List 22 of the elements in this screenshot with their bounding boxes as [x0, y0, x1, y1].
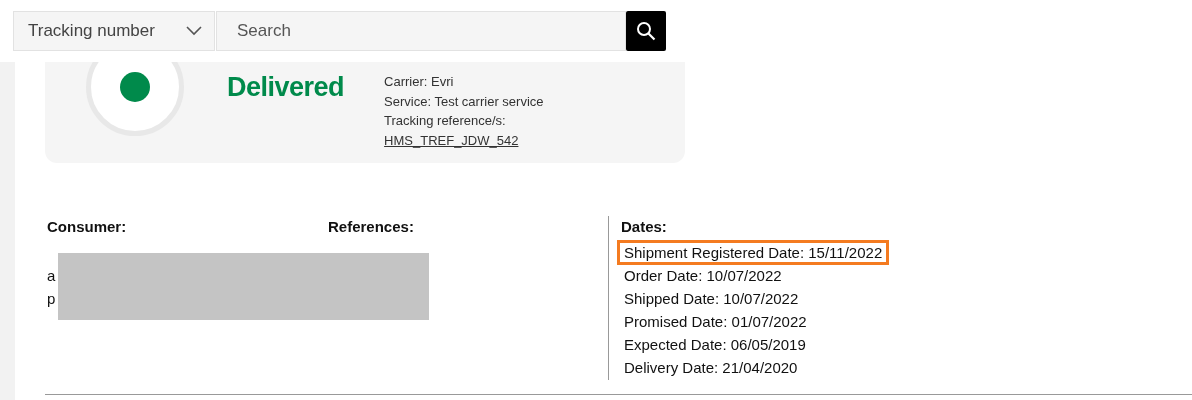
tracking-link[interactable]: HMS_TREF_JDW_542: [384, 130, 519, 150]
date-line: Shipped Date: 10/07/2022: [623, 288, 800, 309]
date-line: Expected Date: 06/05/2019: [623, 334, 807, 355]
date-line: Order Date: 10/07/2022: [623, 265, 783, 286]
carrier-text: Carrier: Evri: [384, 73, 455, 91]
status-dot: [120, 72, 150, 102]
service-text: Service: Test carrier service: [384, 92, 544, 111]
date-line: Delivery Date: 21/04/2020: [623, 357, 799, 378]
date-line: Promised Date: 01/07/2022: [623, 311, 808, 332]
type-select[interactable]: Tracking number: [13, 11, 215, 51]
consumer-heading: Consumer:: [47, 217, 128, 237]
status-text: Delivered: [227, 71, 345, 103]
chevron-down-icon: [186, 26, 202, 36]
dates-heading: Dates:: [621, 217, 668, 237]
search-button[interactable]: [626, 11, 666, 51]
search-field[interactable]: Search: [216, 11, 626, 51]
consumer-line: p: [47, 288, 57, 309]
consumer-line: a: [47, 266, 57, 286]
tracking-label: Tracking reference/s:: [384, 112, 507, 130]
highlighted-date: Shipment Registered Date: 15/11/2022: [617, 239, 890, 265]
search-icon: [636, 21, 656, 41]
references-heading: References:: [328, 217, 415, 237]
